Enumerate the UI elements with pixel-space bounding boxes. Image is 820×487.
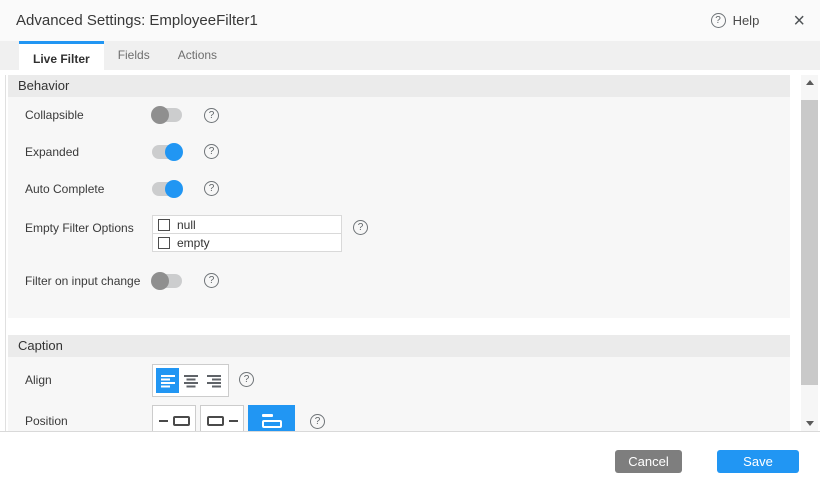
empty-filter-options-help-icon[interactable]: ? [353,220,368,235]
caption-section-body: Align ? Position [8,357,790,431]
advanced-settings-dialog: Advanced Settings: EmployeeFilter1 ? Hel… [0,0,820,487]
filter-on-input-change-row: Filter on input change ? [8,262,790,299]
expanded-help-icon[interactable]: ? [204,144,219,159]
option-null[interactable]: null [152,215,342,234]
auto-complete-row: Auto Complete ? [8,170,790,207]
empty-filter-options-list: null empty [152,215,342,252]
align-right-button[interactable] [202,368,225,393]
auto-complete-help-icon[interactable]: ? [204,181,219,196]
save-button[interactable]: Save [717,450,799,473]
align-right-icon [207,374,221,388]
caption-dash-icon [262,414,273,417]
align-label: Align [25,364,152,387]
scrollbar-down-arrow[interactable] [801,416,818,431]
help-icon[interactable]: ? [711,13,726,28]
empty-filter-options-label: Empty Filter Options [25,207,152,235]
null-checkbox[interactable] [158,219,170,231]
align-help-icon[interactable]: ? [239,372,254,387]
behavior-section-body: Collapsible ? Expanded ? Auto Complete ?… [8,97,790,318]
align-left-icon [161,374,175,388]
toggle-knob [165,180,183,198]
option-empty[interactable]: empty [152,233,342,252]
empty-checkbox[interactable] [158,237,170,249]
widget-box-icon [207,416,224,426]
null-label: null [177,218,196,232]
behavior-section: Behavior Collapsible ? Expanded ? Auto C… [8,75,790,318]
align-center-button[interactable] [179,368,202,393]
toggle-knob [151,106,169,124]
align-row: Align ? [8,357,790,395]
position-row: Position ? [8,405,790,431]
caption-section-title: Caption [8,335,790,357]
caption-position-right-button[interactable] [200,405,244,431]
dialog-footer: Cancel Save [0,431,820,487]
close-icon[interactable]: × [793,11,805,31]
behavior-section-title: Behavior [8,75,790,97]
empty-filter-options-row: Empty Filter Options null empty ? [8,207,790,262]
caption-dash-icon [159,420,168,422]
align-center-icon [184,374,198,388]
filter-on-input-change-help-icon[interactable]: ? [204,273,219,288]
auto-complete-label: Auto Complete [25,182,152,196]
caption-dash-icon [229,420,238,422]
tab-live-filter[interactable]: Live Filter [19,41,104,75]
collapsible-row: Collapsible ? [8,97,790,133]
section-spacer [8,299,790,318]
collapsible-help-icon[interactable]: ? [204,108,219,123]
expanded-toggle[interactable] [152,145,182,159]
collapsible-toggle[interactable] [152,108,182,122]
position-help-icon[interactable]: ? [310,414,325,429]
empty-label: empty [177,236,210,250]
align-button-group [152,364,229,397]
caption-position-left-button[interactable] [152,405,196,431]
collapsible-label: Collapsible [25,108,152,122]
position-label: Position [25,405,152,428]
widget-box-icon [262,420,282,428]
auto-complete-toggle[interactable] [152,182,182,196]
toggle-knob [151,272,169,290]
settings-scroll-area: Behavior Collapsible ? Expanded ? Auto C… [5,75,820,431]
help-link[interactable]: Help [733,13,760,28]
caption-top-icon [262,414,282,428]
tab-bar: Live Filter Fields Actions [0,41,820,75]
expanded-row: Expanded ? [8,133,790,170]
align-left-button[interactable] [156,368,179,393]
filter-on-input-change-label: Filter on input change [25,274,152,288]
expanded-label: Expanded [25,145,152,159]
tab-actions[interactable]: Actions [164,41,231,70]
tab-fields[interactable]: Fields [104,41,164,70]
scrollbar-thumb[interactable] [801,100,818,385]
caption-position-top-button[interactable] [248,405,295,431]
toggle-knob [165,143,183,161]
cancel-button[interactable]: Cancel [615,450,682,473]
widget-box-icon [173,416,190,426]
header-actions: ? Help × [711,0,805,41]
vertical-scrollbar[interactable] [801,75,818,431]
dialog-header: Advanced Settings: EmployeeFilter1 ? Hel… [0,0,820,41]
dialog-title: Advanced Settings: EmployeeFilter1 [16,0,258,41]
scrollbar-up-arrow[interactable] [801,75,818,90]
filter-on-input-change-toggle[interactable] [152,274,182,288]
caption-section: Caption Align ? [8,335,790,431]
